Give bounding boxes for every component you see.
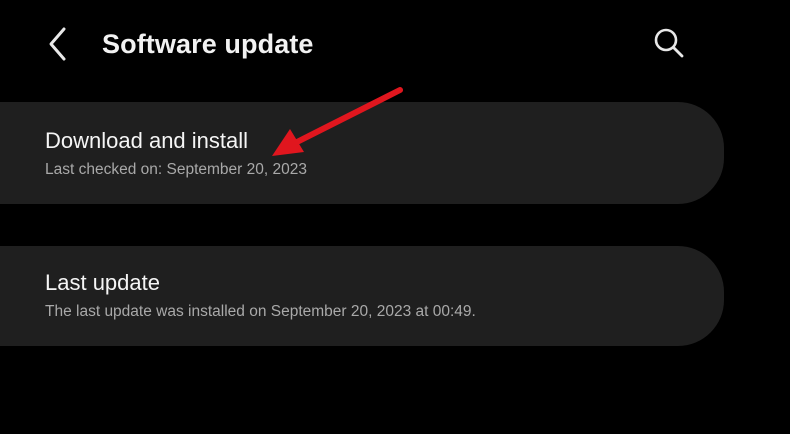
search-button[interactable]	[648, 22, 690, 64]
last-checked-text: Last checked on: September 20, 2023	[45, 161, 307, 178]
download-and-install-title: Download and install	[45, 128, 249, 153]
search-icon	[654, 28, 684, 58]
app-header: Software update	[0, 0, 790, 90]
last-update-title: Last update	[45, 270, 160, 295]
chevron-left-icon	[49, 27, 66, 61]
last-update-info-text: The last update was installed on Septemb…	[45, 303, 476, 320]
download-and-install-item[interactable]: Download and install Last checked on: Se…	[0, 102, 724, 204]
page-title: Software update	[102, 29, 314, 59]
back-button[interactable]	[40, 24, 76, 64]
last-update-item[interactable]: Last update The last update was installe…	[0, 246, 724, 346]
